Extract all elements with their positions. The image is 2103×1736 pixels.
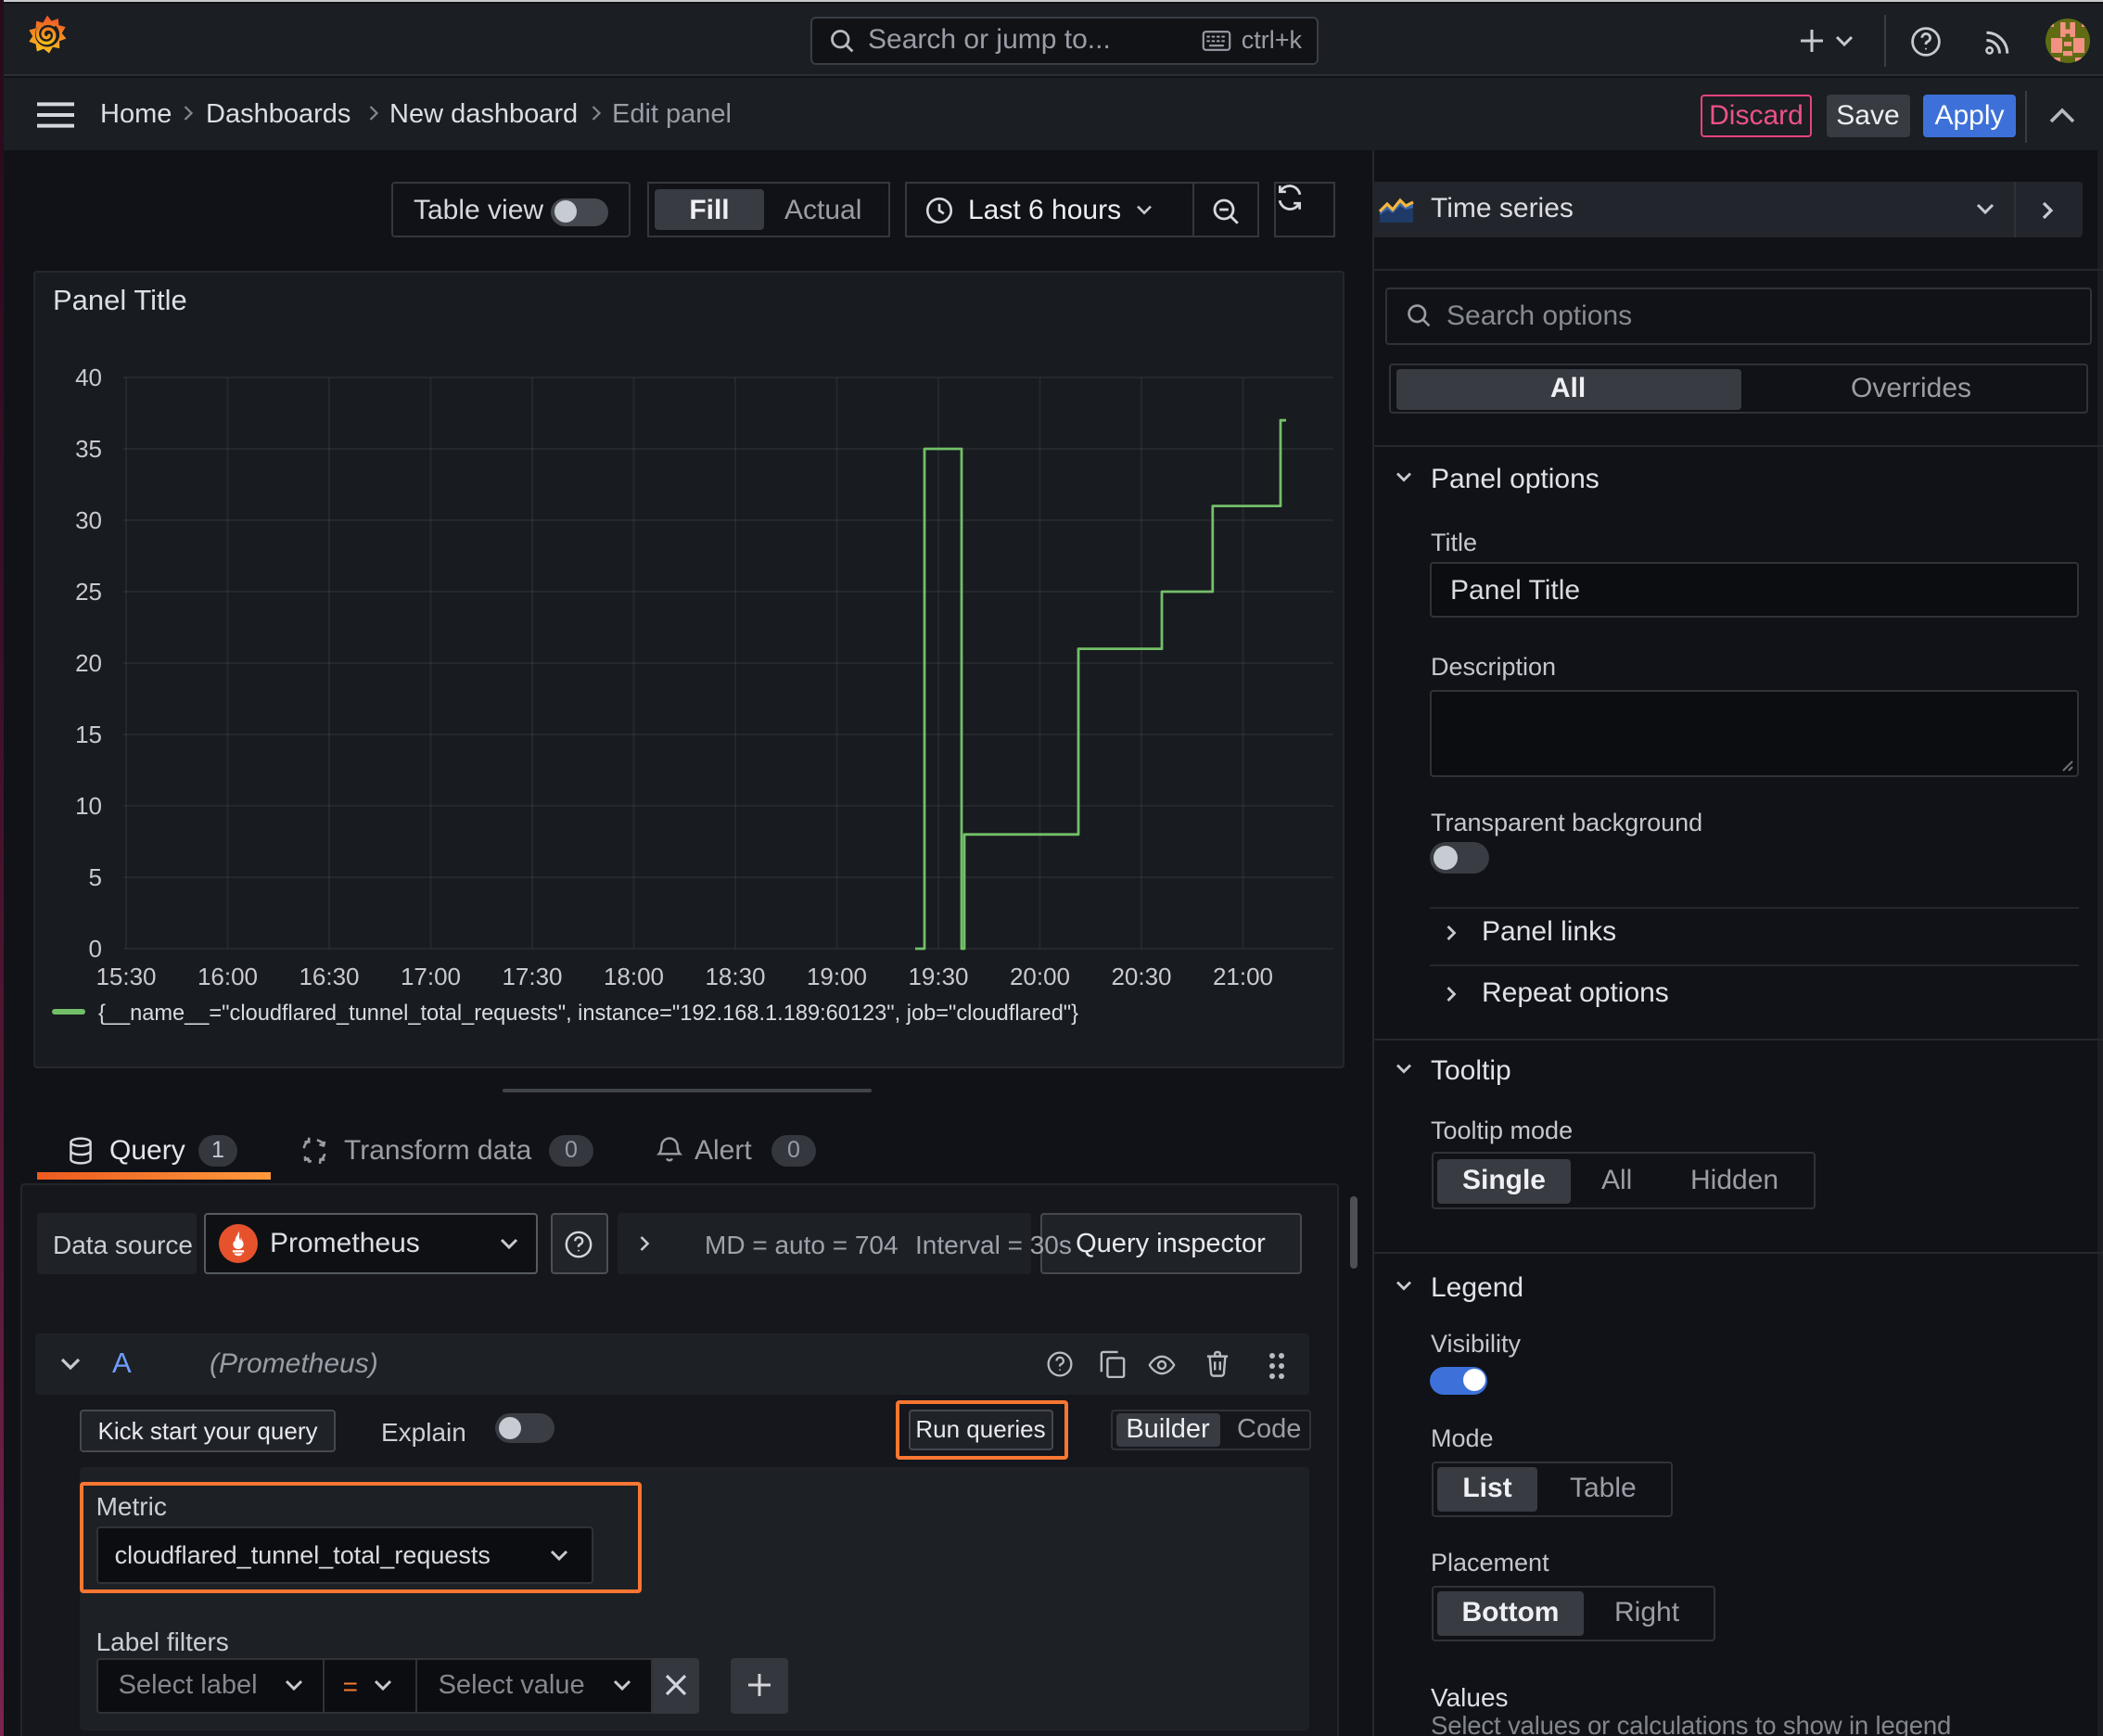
svg-text:17:00: 17:00 xyxy=(400,962,460,989)
svg-text:20:00: 20:00 xyxy=(1009,962,1069,989)
svg-text:17:30: 17:30 xyxy=(501,962,561,989)
svg-text:5: 5 xyxy=(88,862,101,890)
svg-text:15: 15 xyxy=(74,720,101,747)
svg-text:19:30: 19:30 xyxy=(907,962,967,989)
svg-text:18:30: 18:30 xyxy=(704,962,764,989)
svg-text:19:00: 19:00 xyxy=(806,962,866,989)
svg-text:21:00: 21:00 xyxy=(1212,962,1272,989)
svg-text:0: 0 xyxy=(88,934,101,962)
svg-text:30: 30 xyxy=(74,505,101,533)
svg-text:25: 25 xyxy=(74,577,101,605)
svg-text:40: 40 xyxy=(74,363,101,390)
svg-text:16:00: 16:00 xyxy=(197,962,257,989)
svg-text:18:00: 18:00 xyxy=(603,962,663,989)
svg-text:16:30: 16:30 xyxy=(298,962,358,989)
svg-text:20:30: 20:30 xyxy=(1110,962,1170,989)
svg-text:10: 10 xyxy=(74,791,101,819)
svg-text:35: 35 xyxy=(74,434,101,462)
svg-text:15:30: 15:30 xyxy=(95,962,155,989)
svg-text:20: 20 xyxy=(74,648,101,676)
